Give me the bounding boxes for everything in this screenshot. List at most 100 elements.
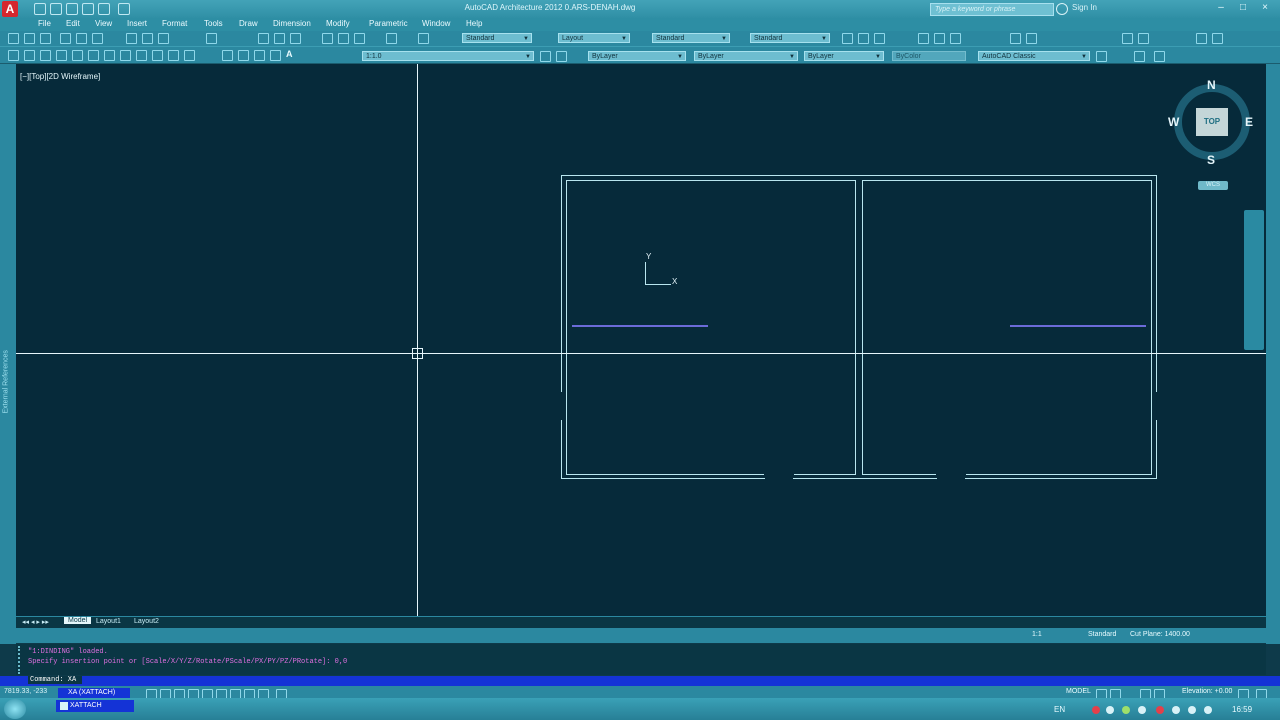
battery-icon[interactable] — [1204, 706, 1212, 714]
menu-parametric[interactable]: Parametric — [369, 19, 408, 28]
arc-tool-icon[interactable] — [88, 50, 99, 61]
elevation-readout[interactable]: Elevation: +0.00 — [1182, 688, 1232, 695]
maximize-button[interactable]: □ — [1232, 1, 1254, 15]
rectangle-tool-icon[interactable] — [72, 50, 83, 61]
spline-tool-icon[interactable] — [136, 50, 147, 61]
workspace-icon[interactable] — [1196, 33, 1207, 44]
network-icon[interactable] — [1172, 706, 1180, 714]
right-scrollbar[interactable] — [1266, 64, 1280, 644]
open-file-icon[interactable] — [24, 33, 35, 44]
new-icon[interactable] — [34, 3, 46, 15]
undo-toolbar-icon[interactable] — [206, 33, 217, 44]
save-icon[interactable] — [66, 3, 78, 15]
zoom-window-icon[interactable] — [290, 33, 301, 44]
start-button[interactable] — [4, 699, 26, 719]
polyline-tool-icon[interactable] — [40, 50, 51, 61]
insert-block-icon[interactable] — [168, 50, 179, 61]
paste-icon[interactable] — [158, 33, 169, 44]
rotate-icon[interactable] — [934, 33, 945, 44]
tray-update-icon[interactable] — [1156, 706, 1164, 714]
command-line[interactable] — [0, 676, 1280, 686]
ellipse-tool-icon[interactable] — [152, 50, 163, 61]
publish-icon[interactable] — [92, 33, 103, 44]
draw-line-icon[interactable] — [842, 33, 853, 44]
tool-palettes-icon[interactable] — [354, 33, 365, 44]
command-grip[interactable] — [18, 646, 28, 674]
wcs-menu[interactable]: WCS — [1198, 181, 1228, 190]
plot-icon[interactable] — [60, 33, 71, 44]
minimize-button[interactable]: – — [1210, 1, 1232, 15]
viewcube-top-face[interactable]: TOP — [1196, 108, 1228, 136]
tab-nav-arrows[interactable]: ◂◂ ◂ ▸ ▸▸ — [22, 618, 49, 626]
plot-preview-icon[interactable] — [76, 33, 87, 44]
gradient-tool-icon[interactable] — [270, 50, 281, 61]
region-tool-icon[interactable] — [254, 50, 265, 61]
polyline-icon[interactable] — [858, 33, 869, 44]
compass-east[interactable]: E — [1245, 115, 1253, 129]
text-style-select[interactable]: Standard ▼ — [462, 33, 532, 43]
lineweight-select[interactable]: ByLayer ▼ — [804, 51, 884, 61]
view-tool-icon[interactable] — [1134, 51, 1145, 62]
markup-icon[interactable] — [386, 33, 397, 44]
layer-select[interactable]: ByLayer ▼ — [588, 51, 686, 61]
cut-plane[interactable]: Cut Plane: 1400.00 — [1130, 631, 1190, 638]
hatch-icon[interactable] — [874, 33, 885, 44]
navigation-bar[interactable] — [1244, 210, 1264, 350]
language-indicator[interactable]: EN — [1054, 705, 1065, 714]
line-tool-icon[interactable] — [8, 50, 19, 61]
compass-north[interactable]: N — [1207, 78, 1216, 92]
menu-modify[interactable]: Modify — [326, 19, 350, 28]
menu-format[interactable]: Format — [162, 19, 187, 28]
layout-select[interactable]: Layout ▼ — [558, 33, 630, 43]
close-button[interactable]: × — [1254, 1, 1276, 15]
circle-tool-icon[interactable] — [104, 50, 115, 61]
redo-icon[interactable] — [118, 3, 130, 15]
cut-icon[interactable] — [126, 33, 137, 44]
tray-flag-icon[interactable] — [1138, 706, 1146, 714]
make-block-icon[interactable] — [184, 50, 195, 61]
layer-properties-icon[interactable] — [540, 51, 551, 62]
trim-icon[interactable] — [1010, 33, 1021, 44]
save-file-icon[interactable] — [40, 33, 51, 44]
coordinate-readout[interactable]: 7819.33, -233 — [4, 688, 47, 695]
menu-dimension[interactable]: Dimension — [273, 19, 311, 28]
print-icon[interactable] — [82, 3, 94, 15]
plotstyle-select[interactable]: ByColor — [892, 51, 966, 61]
viewport-controls-label[interactable]: [−][Top][2D Wireframe] — [20, 72, 100, 81]
menu-help[interactable]: Help — [466, 19, 482, 28]
pan-icon[interactable] — [258, 33, 269, 44]
tray-network-app-icon[interactable] — [1122, 706, 1130, 714]
tray-app-icon[interactable] — [1106, 706, 1114, 714]
menu-insert[interactable]: Insert — [127, 19, 147, 28]
command-input[interactable]: Command: XA — [28, 676, 83, 684]
linetype-select[interactable]: ByLayer ▼ — [694, 51, 798, 61]
workspace-settings-icon[interactable] — [1096, 51, 1107, 62]
hatch-tool-icon[interactable] — [222, 50, 233, 61]
autocad-app-icon[interactable]: A — [2, 1, 18, 17]
compass-south[interactable]: S — [1207, 153, 1215, 167]
tab-layout1[interactable]: Layout1 — [96, 618, 121, 625]
volume-icon[interactable] — [1188, 706, 1196, 714]
model-space-button[interactable]: MODEL — [1066, 688, 1091, 695]
help-toolbar-icon[interactable] — [418, 33, 429, 44]
external-references-palette-label[interactable]: External References — [3, 334, 10, 413]
annotation-scale-select[interactable]: 1:1.0 ▼ — [362, 51, 534, 61]
xline-tool-icon[interactable] — [24, 50, 35, 61]
autocomplete-suggestion[interactable]: XA (XATTACH) — [58, 688, 130, 698]
mtext-icon[interactable]: A — [286, 49, 293, 59]
search-input[interactable]: Type a keyword or phrase — [930, 3, 1054, 16]
design-center-icon[interactable] — [338, 33, 349, 44]
polygon-tool-icon[interactable] — [56, 50, 67, 61]
tray-antivirus-icon[interactable] — [1092, 706, 1100, 714]
display-config[interactable]: Standard — [1088, 631, 1116, 638]
sign-in-button[interactable]: Sign In — [1072, 3, 1097, 12]
properties-icon[interactable] — [322, 33, 333, 44]
tab-model[interactable]: Model — [64, 617, 92, 624]
layer-icon[interactable] — [1122, 33, 1133, 44]
visual-style-icon[interactable] — [1154, 51, 1165, 62]
copy-icon[interactable] — [142, 33, 153, 44]
extend-icon[interactable] — [1026, 33, 1037, 44]
zoom-realtime-icon[interactable] — [274, 33, 285, 44]
menu-draw[interactable]: Draw — [239, 19, 258, 28]
open-icon[interactable] — [50, 3, 62, 15]
